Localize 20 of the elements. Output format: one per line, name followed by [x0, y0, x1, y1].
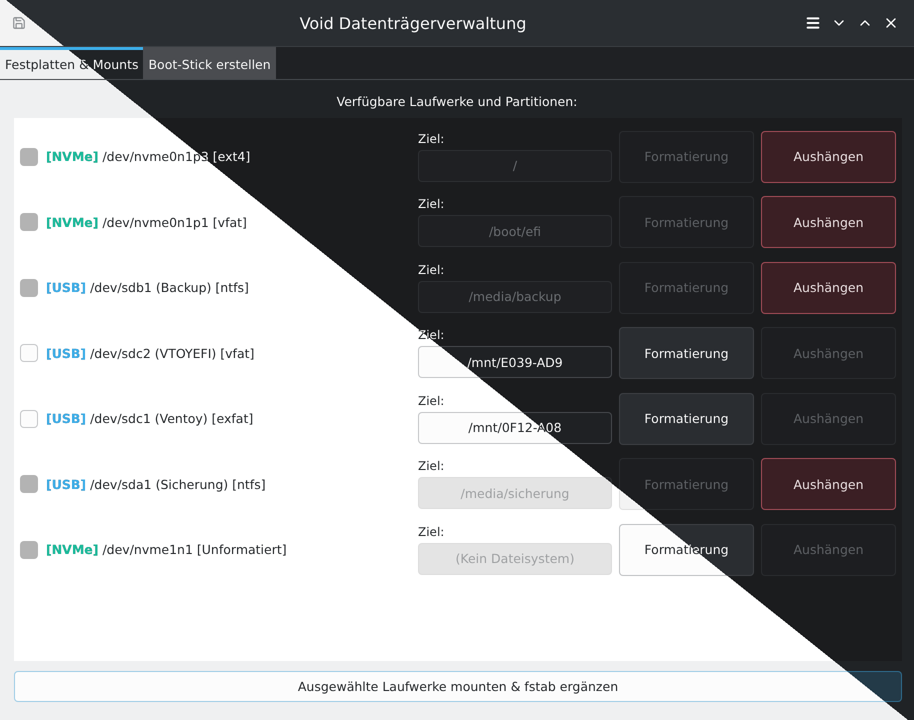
target-label: Ziel:: [418, 132, 444, 146]
drive-label: [NVMe] /dev/nvme0n1p1 [vfat]: [46, 214, 247, 230]
checkbox[interactable]: [20, 410, 38, 428]
drive-label: [USB] /dev/sdc1 (Ventoy) [exfat]: [46, 411, 254, 426]
target-field[interactable]: /mnt/E039-AD9: [418, 346, 612, 378]
drive-label: [USB] /dev/sda1 (Sicherung) [ntfs]: [46, 476, 266, 492]
target-label: Ziel:: [418, 262, 444, 277]
target-label: Ziel:: [418, 524, 444, 539]
target-label: Ziel:: [418, 197, 444, 212]
target-label: Ziel:: [418, 459, 444, 474]
checkbox[interactable]: [20, 344, 38, 362]
format-button[interactable]: Formatierung: [619, 327, 754, 380]
format-button[interactable]: Formatierung: [619, 392, 754, 445]
tab[interactable]: Boot-Stick erstellen: [143, 47, 276, 79]
save-icon: [12, 16, 26, 30]
target-label: Ziel:: [418, 394, 444, 408]
drive-label: [USB] /dev/sdc2 (VTOYEFI) [vfat]: [46, 346, 254, 361]
drive-label: [NVMe] /dev/nvme1n1 [Unformatiert]: [46, 542, 287, 558]
drive-label: [USB] /dev/sdb1 (Backup) [ntfs]: [46, 280, 249, 296]
apply-button[interactable]: Ausgewählte Laufwerke mounten & fstab ergänzen: [14, 671, 902, 702]
